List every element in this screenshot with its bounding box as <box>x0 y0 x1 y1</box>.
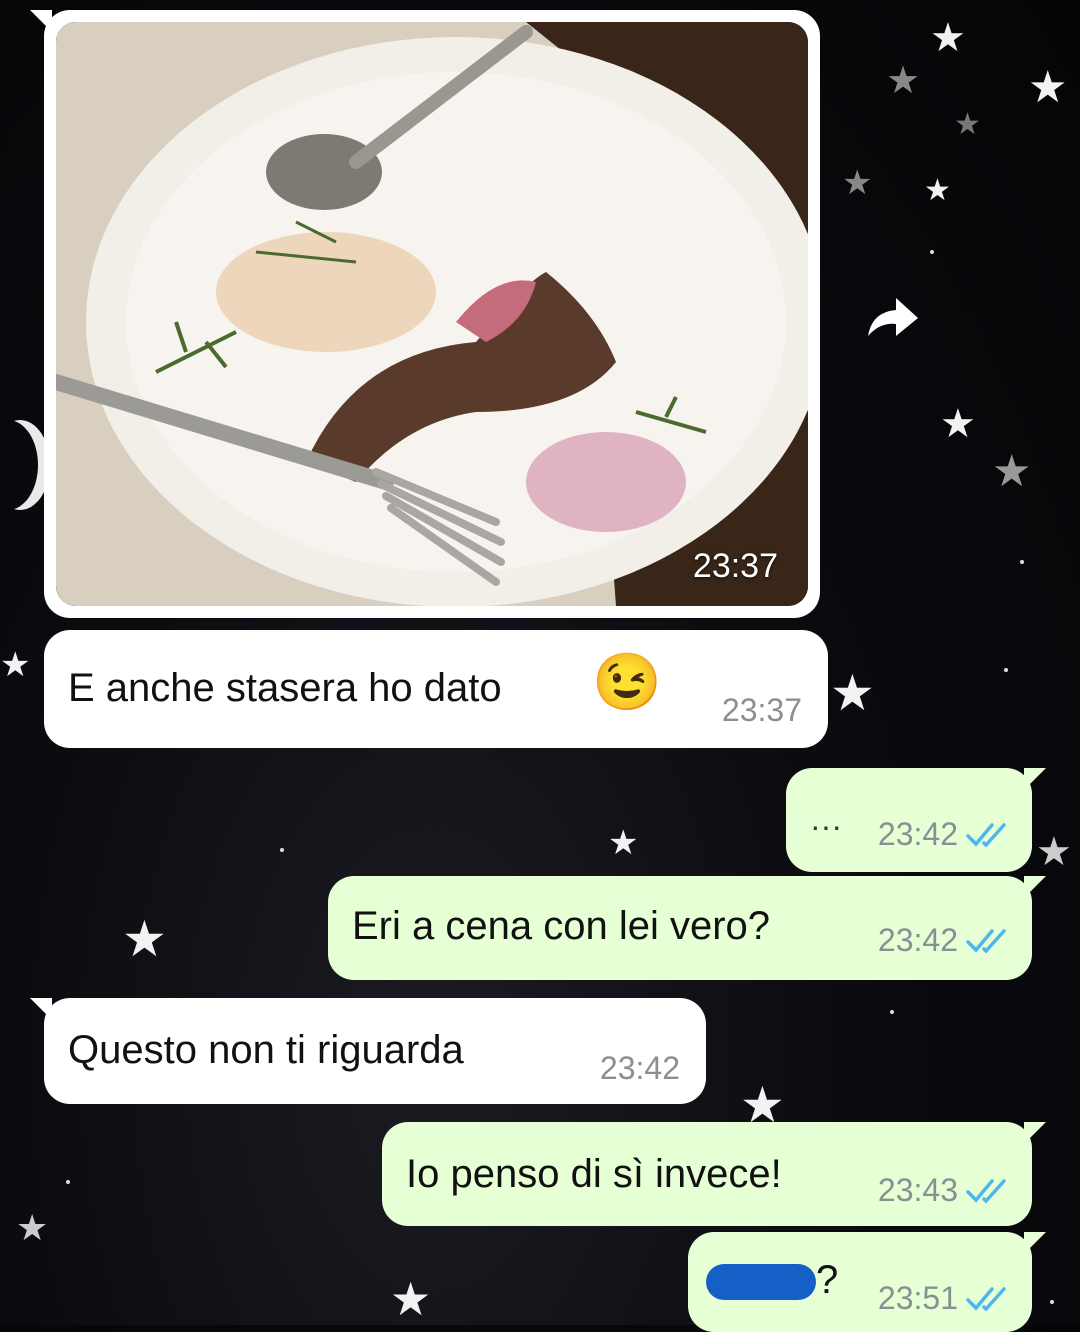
message-text: Eri a cena con lei vero? <box>352 904 771 948</box>
shared-photo[interactable]: 23:37 <box>56 22 808 606</box>
photo-timestamp: 23:37 <box>692 547 778 585</box>
star-decoration: ★ <box>842 164 873 202</box>
plate-photo-illustration <box>56 22 808 606</box>
double-check-icon <box>966 822 1006 848</box>
message-text: Io penso di sì invece! <box>406 1152 782 1196</box>
message-timestamp: 23:42 <box>877 922 958 958</box>
star-decoration: ★ <box>992 447 1032 496</box>
star-decoration: ★ <box>1036 830 1072 874</box>
message-text: E anche stasera ho dato <box>68 666 502 710</box>
star-decoration: ★ <box>16 1207 49 1248</box>
message-meta: 23:43 <box>878 1172 1010 1209</box>
message-bubble-outgoing[interactable]: Io penso di sì invece! 23:43 <box>382 1122 1046 1226</box>
star-decoration: ★ <box>830 665 875 721</box>
message-meta: 23:51 <box>878 1280 1010 1317</box>
message-timestamp: 23:37 <box>721 692 802 728</box>
double-check-icon <box>966 1286 1006 1312</box>
message-bubble-incoming[interactable]: E anche stasera ho dato 😉 23:37 <box>44 630 828 748</box>
message-bubble-outgoing[interactable]: Eri a cena con lei vero? 23:42 <box>328 876 1046 980</box>
message-timestamp: 23:43 <box>877 1172 958 1208</box>
redaction-mark <box>706 1264 816 1301</box>
star-decoration: ★ <box>608 824 639 862</box>
star-decoration: ★ <box>924 174 951 207</box>
star-decoration: ★ <box>954 108 981 141</box>
star-decoration: ★ <box>886 60 921 102</box>
star-decoration: ★ <box>1028 63 1068 112</box>
message-timestamp: 23:51 <box>877 1280 958 1316</box>
moon-decoration <box>0 420 38 510</box>
photo-message-bubble[interactable]: 23:37 <box>30 10 820 618</box>
star-decoration: ★ <box>940 402 976 446</box>
message-bubble-outgoing[interactable]: ··· 23:42 <box>786 768 1046 872</box>
message-timestamp: 23:42 <box>599 1050 680 1086</box>
message-text: ··· <box>810 808 842 844</box>
star-decoration: ★ <box>122 911 167 967</box>
forward-arrow-icon[interactable] <box>862 292 922 342</box>
message-bubble-outgoing[interactable]: ? 23:51 <box>688 1232 1046 1332</box>
message-text: ? <box>706 1258 838 1303</box>
double-check-icon <box>966 1178 1006 1204</box>
wink-emoji-icon: 😉 <box>592 650 662 713</box>
star-decoration: ★ <box>930 16 966 60</box>
star-decoration: ★ <box>0 646 31 684</box>
message-timestamp: 23:42 <box>877 816 958 852</box>
star-decoration: ★ <box>390 1273 432 1325</box>
message-meta: 23:42 <box>878 922 1010 959</box>
message-bubble-incoming[interactable]: Questo non ti riguarda 23:42 <box>30 998 706 1104</box>
message-meta: 23:42 <box>878 816 1010 853</box>
message-text: Questo non ti riguarda <box>68 1028 464 1072</box>
double-check-icon <box>966 928 1006 954</box>
